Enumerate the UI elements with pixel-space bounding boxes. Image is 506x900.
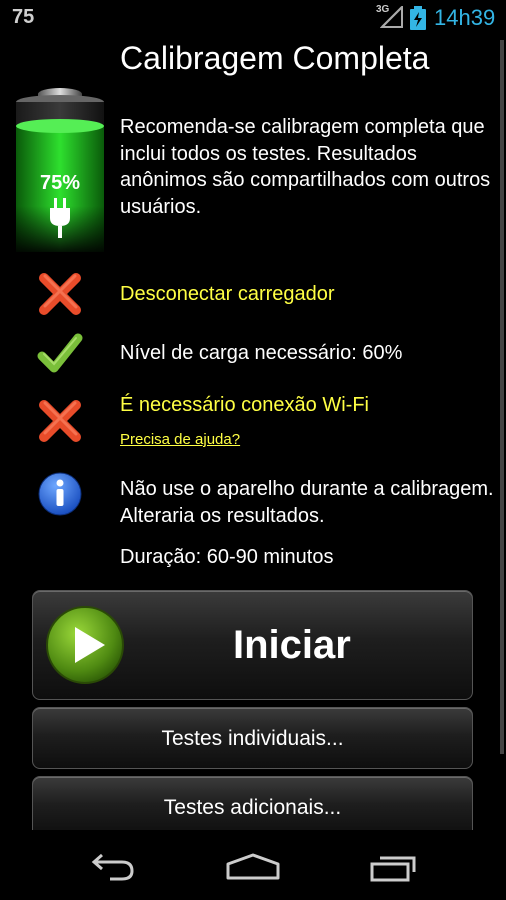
- navigation-bar: [0, 830, 506, 900]
- requirement-wifi: É necessário conexão Wi-Fi: [120, 394, 369, 416]
- status-bar: 75 3G 14h39: [0, 0, 506, 36]
- battery-icon: [16, 88, 104, 256]
- clock: 14h39: [434, 5, 496, 30]
- recent-apps-icon[interactable]: [368, 852, 420, 882]
- cross-icon: [39, 273, 81, 315]
- notification-count: 75: [12, 6, 35, 28]
- scrollbar[interactable]: [500, 40, 504, 754]
- home-icon[interactable]: [224, 852, 282, 882]
- start-button-label: Iniciar: [233, 623, 351, 667]
- play-icon: [46, 606, 124, 684]
- info-text: Não use o aparelho durante a calibragem.…: [120, 478, 494, 527]
- start-button[interactable]: Iniciar: [32, 590, 473, 700]
- back-icon[interactable]: [88, 852, 136, 882]
- battery-charging-icon: [410, 6, 426, 30]
- info-icon: [38, 472, 82, 516]
- requirement-charge-level: Nível de carga necessário: 60%: [120, 342, 403, 364]
- signal-icon: [380, 6, 403, 28]
- battery-graphic: 75%: [14, 86, 106, 256]
- cross-icon: [39, 400, 81, 442]
- individual-tests-button[interactable]: Testes individuais...: [32, 707, 473, 769]
- check-icon: [37, 333, 83, 373]
- page-title: Calibragem Completa: [120, 40, 430, 76]
- additional-tests-button[interactable]: Testes adicionais...: [32, 776, 473, 838]
- battery-percent: 75%: [39, 172, 81, 194]
- description-text: Recomenda-se calibragem completa que inc…: [120, 116, 491, 218]
- help-link[interactable]: Precisa de ajuda?: [120, 431, 240, 448]
- requirement-disconnect-charger: Desconectar carregador: [120, 283, 335, 305]
- duration-text: Duração: 60-90 minutos: [120, 546, 334, 568]
